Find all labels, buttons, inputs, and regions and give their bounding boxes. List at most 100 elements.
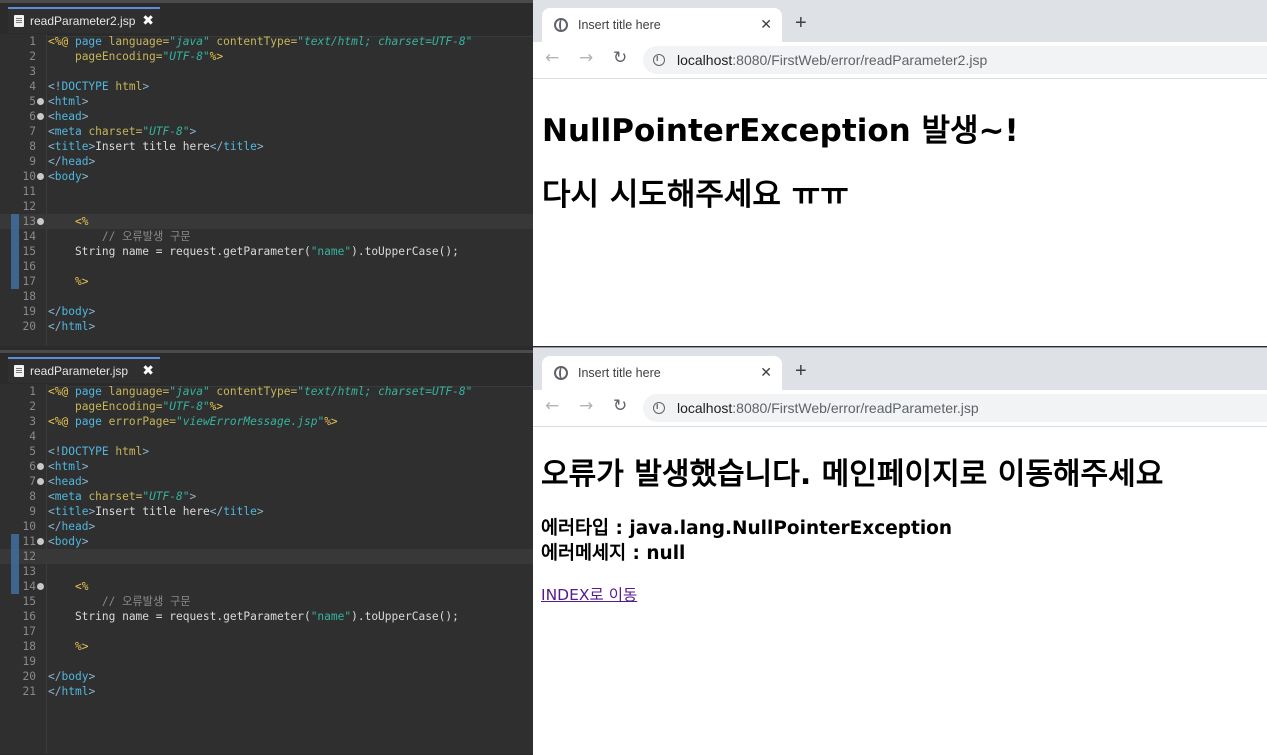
browser-tab-title: Insert title here — [578, 366, 661, 380]
code-line[interactable]: 21 </html> — [0, 684, 533, 699]
back-arrow-icon[interactable]: ← — [545, 50, 559, 67]
code-text: </html> — [48, 320, 96, 333]
line-number: 9 — [29, 505, 36, 518]
code-line[interactable]: 16 — [0, 259, 533, 274]
code-line[interactable]: 16 String name = request.getParameter("n… — [0, 609, 533, 624]
browser-tab-strip: Insert title here ✕ + — [533, 0, 1267, 42]
forward-arrow-icon[interactable]: → — [579, 398, 593, 415]
code-line[interactable]: 6 <head> — [0, 109, 533, 124]
line-number: 19 — [22, 655, 36, 668]
browser-window-readparameter2: Insert title here ✕ + ← → ↻ localhost:80… — [533, 0, 1267, 346]
code-line[interactable]: 20 </html> — [0, 319, 533, 334]
globe-icon — [554, 366, 568, 380]
code-line[interactable]: 13 — [0, 564, 533, 579]
code-line[interactable]: 17 — [0, 624, 533, 639]
code-line[interactable]: 5 <!DOCTYPE html> — [0, 444, 533, 459]
line-number: 19 — [22, 305, 36, 318]
code-line[interactable]: 13 <% — [0, 214, 533, 229]
code-line[interactable]: 19 </body> — [0, 304, 533, 319]
line-number: 9 — [29, 155, 36, 168]
info-icon[interactable] — [653, 401, 665, 414]
code-line[interactable]: 3 <%@ page errorPage="viewErrorMessage.js… — [0, 414, 533, 429]
code-line[interactable]: 7 <head> — [0, 474, 533, 489]
browser-tab-strip: Insert title here ✕ + — [533, 348, 1267, 390]
address-bar[interactable]: localhost:8080/FirstWeb/error/readParame… — [643, 394, 1267, 422]
editor-tab-readparameter2[interactable]: readParameter2.jsp ✖ — [8, 7, 160, 33]
close-icon[interactable]: ✕ — [760, 16, 772, 33]
code-line[interactable]: 8 <title>Insert title here</title> — [0, 139, 533, 154]
code-text: <meta charset="UTF-8"> — [48, 490, 197, 503]
index-link[interactable]: INDEX로 이동 — [541, 583, 637, 605]
code-text: </html> — [48, 685, 96, 698]
code-text: <%@ page errorPage="viewErrorMessage.jsp… — [48, 415, 338, 428]
line-number: 13 — [22, 215, 36, 228]
url-host: localhost — [677, 400, 733, 416]
fold-toggle-icon[interactable] — [37, 173, 44, 180]
code-line[interactable]: 9 <title>Insert title here</title> — [0, 504, 533, 519]
forward-arrow-icon[interactable]: → — [579, 50, 593, 67]
code-text: // 오류발생 구문 — [101, 595, 191, 608]
line-number: 12 — [22, 200, 36, 213]
code-line[interactable]: 9 </head> — [0, 154, 533, 169]
fold-toggle-icon[interactable] — [37, 113, 44, 120]
code-line[interactable]: 10 <body> — [0, 169, 533, 184]
code-line[interactable]: 2 pageEncoding="UTF-8"%> — [0, 399, 533, 414]
code-line[interactable]: 4 — [0, 429, 533, 444]
code-line[interactable]: 15 String name = request.getParameter("n… — [0, 244, 533, 259]
fold-toggle-icon[interactable] — [37, 583, 44, 590]
reload-icon[interactable]: ↻ — [613, 50, 627, 67]
info-icon[interactable] — [653, 53, 665, 66]
url-host: localhost — [677, 52, 733, 68]
new-tab-button[interactable]: + — [795, 360, 807, 383]
fold-toggle-icon[interactable] — [37, 218, 44, 225]
close-icon[interactable]: ✖ — [142, 14, 154, 28]
code-line[interactable]: 15 // 오류발생 구문 — [0, 594, 533, 609]
line-number: 10 — [22, 520, 36, 533]
fold-toggle-icon[interactable] — [37, 478, 44, 485]
code-line[interactable]: 1 <%@ page language="java" contentType="t… — [0, 34, 533, 49]
code-area[interactable]: 1 <%@ page language="java" contentType="t… — [0, 34, 533, 346]
code-line[interactable]: 20 </body> — [0, 669, 533, 684]
code-line[interactable]: 8 <meta charset="UTF-8"> — [0, 489, 533, 504]
back-arrow-icon[interactable]: ← — [545, 398, 559, 415]
address-bar[interactable]: localhost:8080/FirstWeb/error/readParame… — [643, 46, 1267, 74]
new-tab-button[interactable]: + — [795, 12, 807, 35]
code-line[interactable]: 12 — [0, 199, 533, 214]
code-line[interactable]: 14 <% — [0, 579, 533, 594]
code-line[interactable]: 10 </head> — [0, 519, 533, 534]
line-number: 4 — [29, 80, 36, 93]
code-line[interactable]: 14 // 오류발생 구문 — [0, 229, 533, 244]
fold-toggle-icon[interactable] — [37, 538, 44, 545]
browser-tab[interactable]: Insert title here ✕ — [542, 8, 782, 42]
code-line[interactable]: 11 <body> — [0, 534, 533, 549]
code-line[interactable]: 7 <meta charset="UTF-8"> — [0, 124, 533, 139]
editor-tab-readparameter[interactable]: readParameter.jsp ✖ — [8, 357, 160, 383]
fold-toggle-icon[interactable] — [37, 463, 44, 470]
code-line[interactable]: 19 — [0, 654, 533, 669]
code-line[interactable]: 4 <!DOCTYPE html> — [0, 79, 533, 94]
code-line[interactable]: 6 <html> — [0, 459, 533, 474]
code-text: <html> — [48, 95, 89, 108]
code-line[interactable]: 18 — [0, 289, 533, 304]
code-line[interactable]: 11 — [0, 184, 533, 199]
url-text: localhost:8080/FirstWeb/error/readParame… — [677, 400, 979, 416]
code-line[interactable]: 2 pageEncoding="UTF-8"%> — [0, 49, 533, 64]
code-line[interactable]: 17 %> — [0, 274, 533, 289]
close-icon[interactable]: ✖ — [142, 364, 154, 378]
page-heading: 오류가 발생했습니다. 메인페이지로 이동해주세요 — [541, 457, 1164, 492]
page-subheading: 다시 시도해주세요 ㅠㅠ — [542, 177, 849, 213]
code-line[interactable]: 18 %> — [0, 639, 533, 654]
fold-toggle-icon[interactable] — [37, 98, 44, 105]
code-area[interactable]: 1 <%@ page language="java" contentType="t… — [0, 384, 533, 754]
code-line[interactable]: 1 <%@ page language="java" contentType="t… — [0, 384, 533, 399]
reload-icon[interactable]: ↻ — [613, 398, 627, 415]
code-line[interactable]: 3 — [0, 64, 533, 79]
browser-tab-title: Insert title here — [578, 18, 661, 32]
line-number: 15 — [22, 595, 36, 608]
browser-tab[interactable]: Insert title here ✕ — [542, 356, 782, 390]
line-number: 2 — [29, 50, 36, 63]
code-line[interactable]: 12 — [0, 549, 533, 564]
browser-toolbar: ← → ↻ localhost:8080/FirstWeb/error/read… — [533, 42, 1267, 79]
close-icon[interactable]: ✕ — [760, 364, 772, 381]
code-line[interactable]: 5 <html> — [0, 94, 533, 109]
